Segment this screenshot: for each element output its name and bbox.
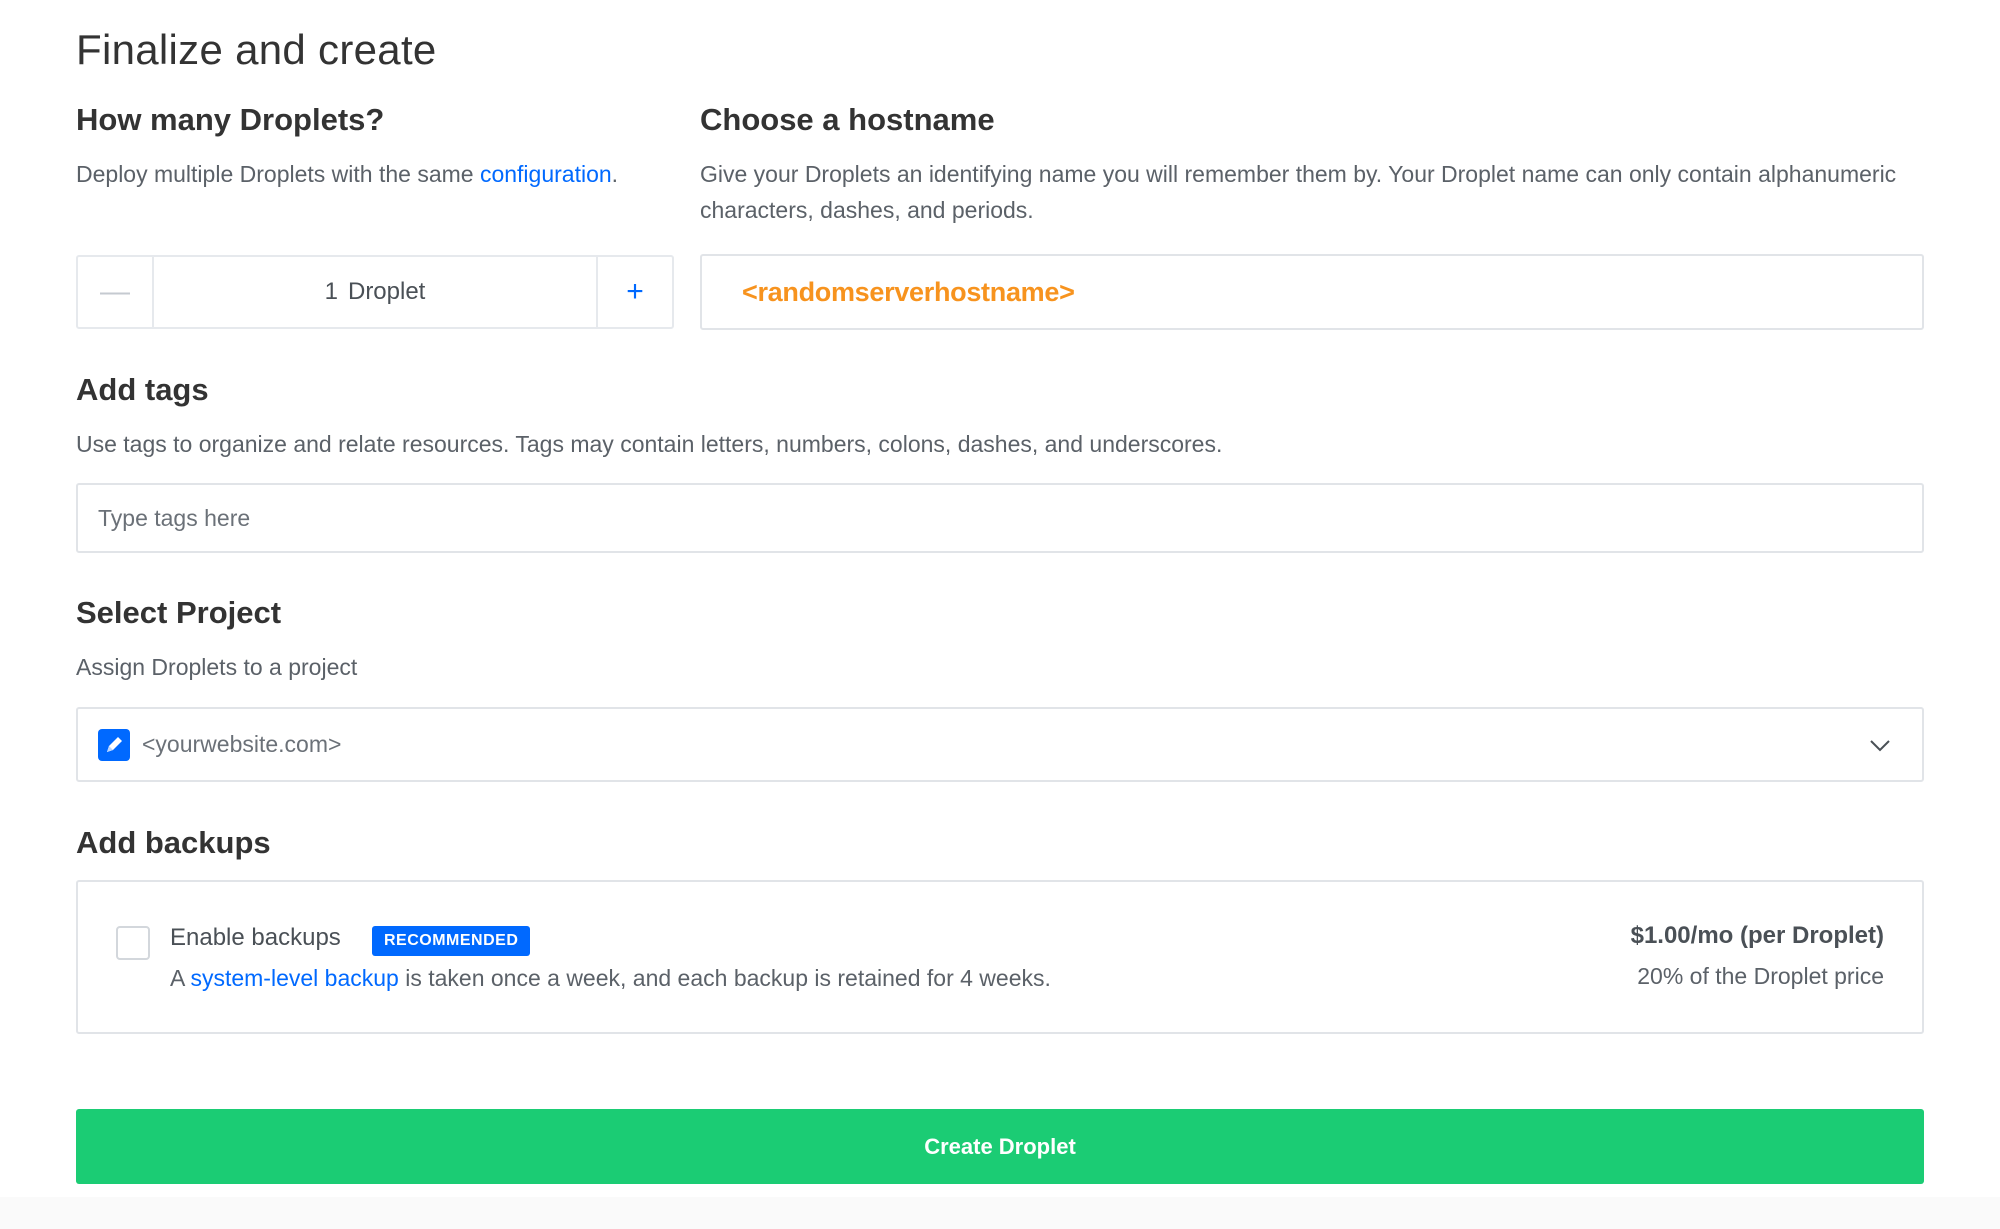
backups-heading: Add backups <box>76 825 271 860</box>
droplet-count-value: 1 <box>324 278 338 305</box>
page-footer-strip <box>0 1197 2000 1229</box>
backups-desc-prefix: A <box>170 965 191 991</box>
enable-backups-label[interactable]: Enable backups <box>170 924 341 952</box>
backups-description: A system-level backup is taken once a we… <box>170 960 1051 996</box>
hostname-description: Give your Droplets an identifying name y… <box>700 161 1897 223</box>
plus-icon: + <box>626 275 644 308</box>
system-level-backup-link[interactable]: system-level backup <box>190 965 398 991</box>
tags-heading: Add tags <box>76 372 209 407</box>
tags-placeholder: Type tags here <box>98 504 251 531</box>
backup-price-note: 20% of the Droplet price <box>1637 963 1884 989</box>
droplet-count-display: 1 Droplet <box>154 257 596 327</box>
droplets-desc-prefix: Deploy multiple Droplets with the same <box>76 161 480 187</box>
droplets-desc-suffix: . <box>611 161 619 187</box>
project-pencil-icon <box>98 728 130 761</box>
project-selected-value: <yourwebsite.com> <box>142 731 342 757</box>
project-heading: Select Project <box>76 595 282 630</box>
recommended-badge: RECOMMENDED <box>372 926 531 956</box>
droplets-heading: How many Droplets? <box>76 102 385 137</box>
backups-desc-suffix: is taken once a week, and each backup is… <box>398 965 1051 991</box>
hostname-value: <randomserverhostname> <box>742 276 1075 307</box>
decrement-button[interactable]: — <box>78 257 154 327</box>
chevron-down-icon <box>1870 739 1890 751</box>
configuration-link[interactable]: configuration <box>480 161 612 187</box>
tags-input[interactable]: Type tags here <box>76 483 1924 553</box>
droplet-count-stepper: — 1 Droplet + <box>76 255 674 329</box>
increment-button[interactable]: + <box>596 257 672 327</box>
create-droplet-button[interactable]: Create Droplet <box>76 1109 1924 1184</box>
minus-icon: — <box>100 275 130 308</box>
tags-description: Use tags to organize and relate resource… <box>76 431 1223 457</box>
page: Finalize and create How many Droplets? D… <box>0 0 2000 1229</box>
enable-backups-checkbox[interactable] <box>116 926 150 960</box>
backup-option-card: Enable backups RECOMMENDED A system-leve… <box>76 880 1924 1034</box>
droplet-count-unit: Droplet <box>347 278 426 305</box>
project-description: Assign Droplets to a project <box>76 654 358 680</box>
page-title: Finalize and create <box>76 26 437 73</box>
backup-price: $1.00/mo (per Droplet) <box>1630 922 1884 949</box>
hostname-heading: Choose a hostname <box>700 102 995 137</box>
droplets-description: Deploy multiple Droplets with the same c… <box>76 156 618 192</box>
hostname-input[interactable]: <randomserverhostname> <box>700 254 1924 330</box>
project-select[interactable]: <yourwebsite.com> <box>76 707 1924 782</box>
